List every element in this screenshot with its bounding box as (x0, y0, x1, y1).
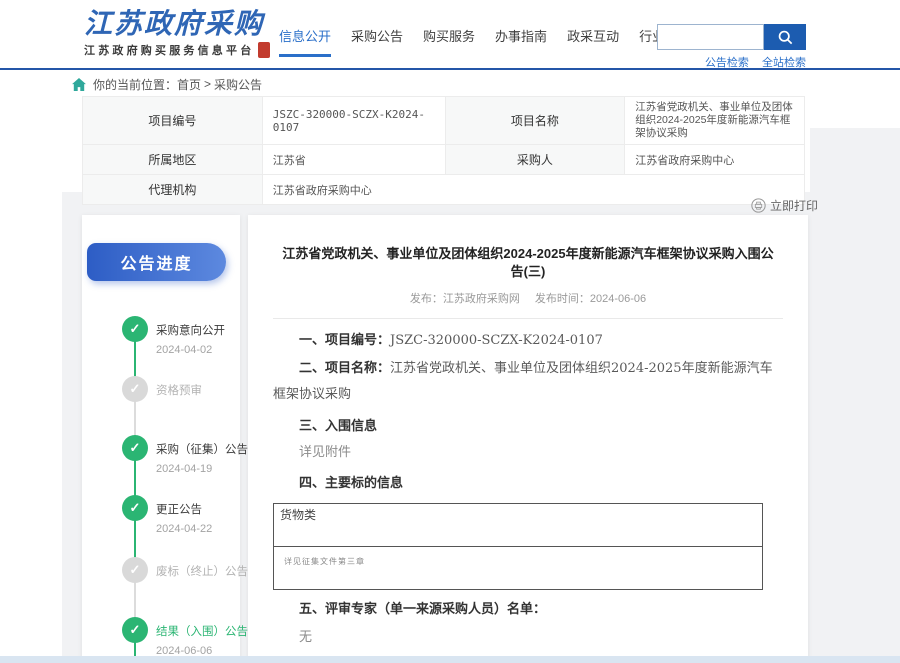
section-project-number: 一、项目编号：JSZC-320000-SCZX-K2024-0107 (273, 328, 773, 354)
breadcrumb-separator: > (204, 77, 211, 91)
nav-item-procurement-notices[interactable]: 采购公告 (351, 26, 403, 45)
step-date: 2024-04-02 (156, 344, 212, 356)
section-shortlist-heading: 三、入围信息 (273, 414, 773, 440)
project-name-value: 江苏省党政机关、事业单位及团体组织2024-2025年度新能源汽车框架协议采购 (625, 97, 805, 145)
check-icon: ✓ (130, 562, 141, 578)
step-label-correction[interactable]: 更正公告 (156, 501, 202, 517)
subject-info-box: 货物类 详见征集文件第三章 (273, 503, 763, 590)
right-background (810, 128, 900, 656)
nav-item-info-disclosure[interactable]: 信息公开 (279, 26, 331, 45)
subject-note: 详见征集文件第三章 (274, 547, 762, 589)
step-pending-icon: ✓ (122, 376, 148, 402)
announcement-progress-card: 公告进度 ✓ 采购意向公开 2024-04-02 ✓ 资格预审 ✓ 采购（征集）… (82, 215, 240, 663)
search-icon (777, 29, 794, 46)
check-icon: ✓ (130, 500, 141, 516)
region-label: 所属地区 (83, 145, 263, 175)
nav-item-guide[interactable]: 办事指南 (495, 26, 547, 45)
section-subject-heading: 四、主要标的信息 (273, 471, 773, 497)
announcement-title: 江苏省党政机关、事业单位及团体组织2024-2025年度新能源汽车框架协议采购入… (276, 245, 780, 281)
breadcrumb-home-link[interactable]: 首页 (177, 76, 201, 93)
table-row: 代理机构 江苏省政府采购中心 (83, 175, 805, 205)
table-row: 所属地区 江苏省 采购人 江苏省政府采购中心 (83, 145, 805, 175)
search-button[interactable] (764, 24, 806, 50)
notice-search-link[interactable]: 公告检索 (705, 57, 749, 69)
check-icon: ✓ (130, 321, 141, 337)
table-row: 项目编号 JSZC-320000-SCZX-K2024-0107 项目名称 江苏… (83, 97, 805, 145)
breadcrumb-prefix: 你的当前位置： (93, 76, 177, 93)
check-icon: ✓ (130, 622, 141, 638)
project-number-label: 项目编号 (83, 97, 263, 145)
search-input[interactable] (657, 24, 764, 50)
step-date: 2024-04-19 (156, 463, 212, 475)
footer-band (0, 656, 900, 663)
agency-value: 江苏省政府采购中心 (262, 175, 804, 205)
section-experts-heading: 五、评审专家（单一来源采购人员）名单： (273, 597, 773, 623)
step-label-solicitation[interactable]: 采购（征集）公告 (156, 441, 248, 457)
step-done-icon: ✓ (122, 495, 148, 521)
step-done-icon: ✓ (122, 617, 148, 643)
check-icon: ✓ (130, 440, 141, 456)
section-experts-body: 无 (273, 625, 773, 651)
project-info-table: 项目编号 JSZC-320000-SCZX-K2024-0107 项目名称 江苏… (82, 96, 805, 205)
announcement-card: 江苏省党政机关、事业单位及团体组织2024-2025年度新能源汽车框架协议采购入… (248, 215, 808, 663)
step-label-prequalification: 资格预审 (156, 382, 202, 398)
publish-source: 发布：江苏政府采购网 (410, 293, 520, 305)
logo-title: 江苏政府采购 (84, 9, 270, 39)
site-search-link[interactable]: 全站检索 (762, 57, 806, 69)
section-project-name: 二、项目名称：江苏省党政机关、事业单位及团体组织2024-2025年度新能源汽车… (273, 356, 773, 408)
step-done-icon: ✓ (122, 316, 148, 342)
breadcrumb-current: 采购公告 (214, 76, 262, 93)
home-icon (72, 78, 86, 91)
print-button[interactable]: 立即打印 (751, 197, 818, 214)
nav-item-interaction[interactable]: 政采互动 (567, 26, 619, 45)
step-label-intent[interactable]: 采购意向公开 (156, 322, 225, 338)
check-icon: ✓ (130, 381, 141, 397)
divider (273, 318, 783, 319)
section-shortlist-body: 详见附件 (273, 440, 773, 466)
purchaser-value: 江苏省政府采购中心 (625, 145, 805, 175)
site-logo[interactable]: 江苏政府采购 江苏政府购买服务信息平台 (84, 9, 270, 58)
step-label-cancellation: 废标（终止）公告 (156, 563, 248, 579)
print-label: 立即打印 (770, 197, 818, 214)
breadcrumb: 你的当前位置： 首页 > 采购公告 (0, 72, 900, 96)
step-pending-icon: ✓ (122, 557, 148, 583)
announcement-body: 一、项目编号：JSZC-320000-SCZX-K2024-0107 二、项目名… (273, 328, 773, 663)
step-label-result[interactable]: 结果（入围）公告 (156, 623, 248, 639)
agency-label: 代理机构 (83, 175, 263, 205)
printer-icon (751, 198, 766, 213)
project-number-value: JSZC-320000-SCZX-K2024-0107 (262, 97, 445, 145)
progress-title-banner: 公告进度 (87, 243, 226, 281)
project-name-label: 项目名称 (445, 97, 625, 145)
site-header: 江苏政府采购 江苏政府购买服务信息平台 信息公开 采购公告 购买服务 办事指南 … (0, 0, 900, 70)
step-done-icon: ✓ (122, 435, 148, 461)
subject-category: 货物类 (274, 504, 762, 547)
publish-time: 发布时间：2024-06-06 (535, 293, 646, 305)
announcement-meta: 发布：江苏政府采购网 发布时间：2024-06-06 (248, 290, 808, 306)
region-value: 江苏省 (262, 145, 445, 175)
page: 江苏政府采购 江苏政府购买服务信息平台 信息公开 采购公告 购买服务 办事指南 … (0, 0, 900, 663)
nav-item-purchase-services[interactable]: 购买服务 (423, 26, 475, 45)
step-date: 2024-04-22 (156, 523, 212, 535)
purchaser-label: 采购人 (445, 145, 625, 175)
